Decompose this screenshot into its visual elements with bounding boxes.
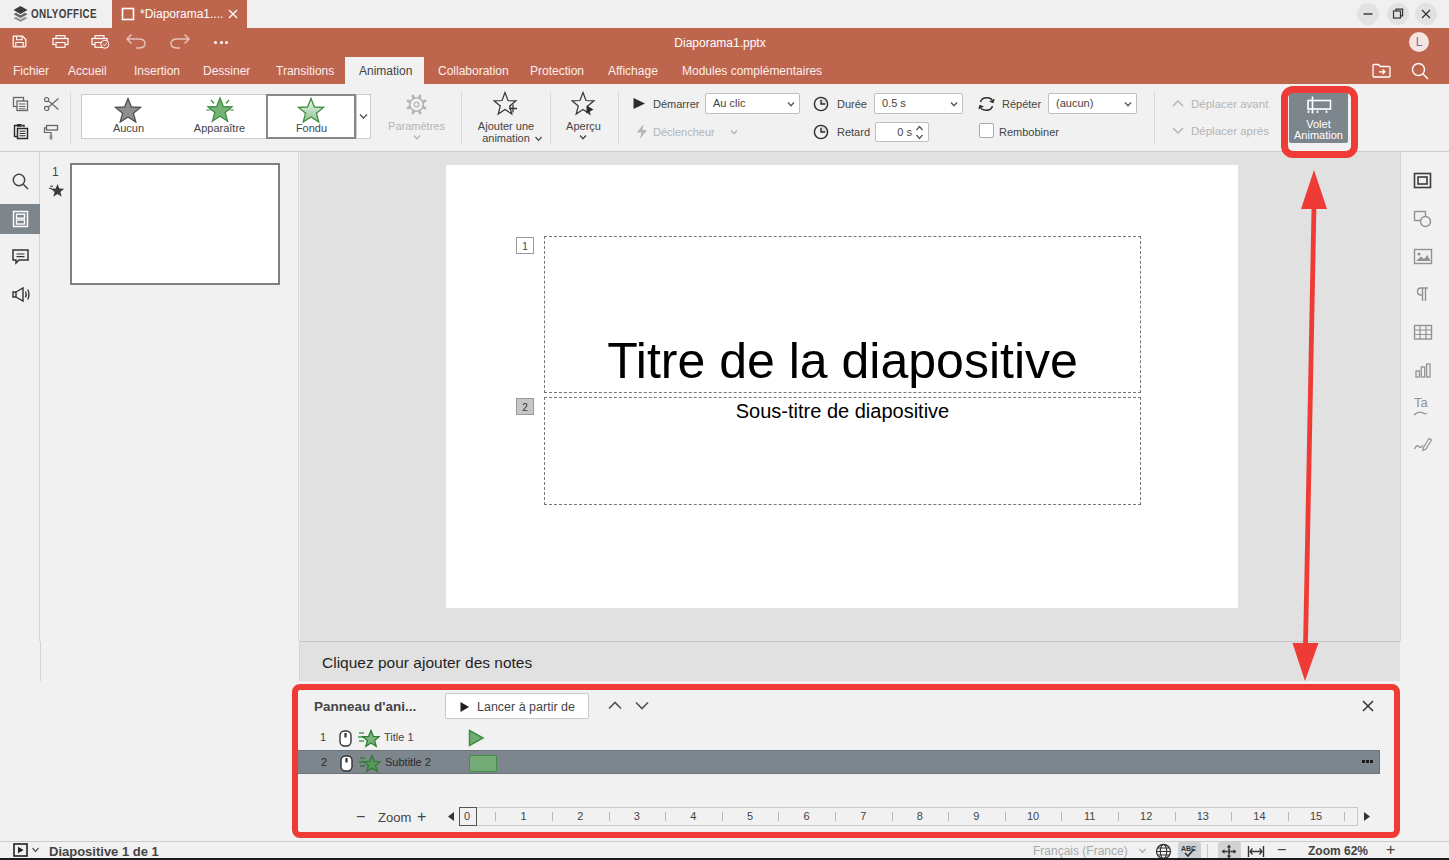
svg-text:ABC: ABC	[1181, 845, 1196, 852]
